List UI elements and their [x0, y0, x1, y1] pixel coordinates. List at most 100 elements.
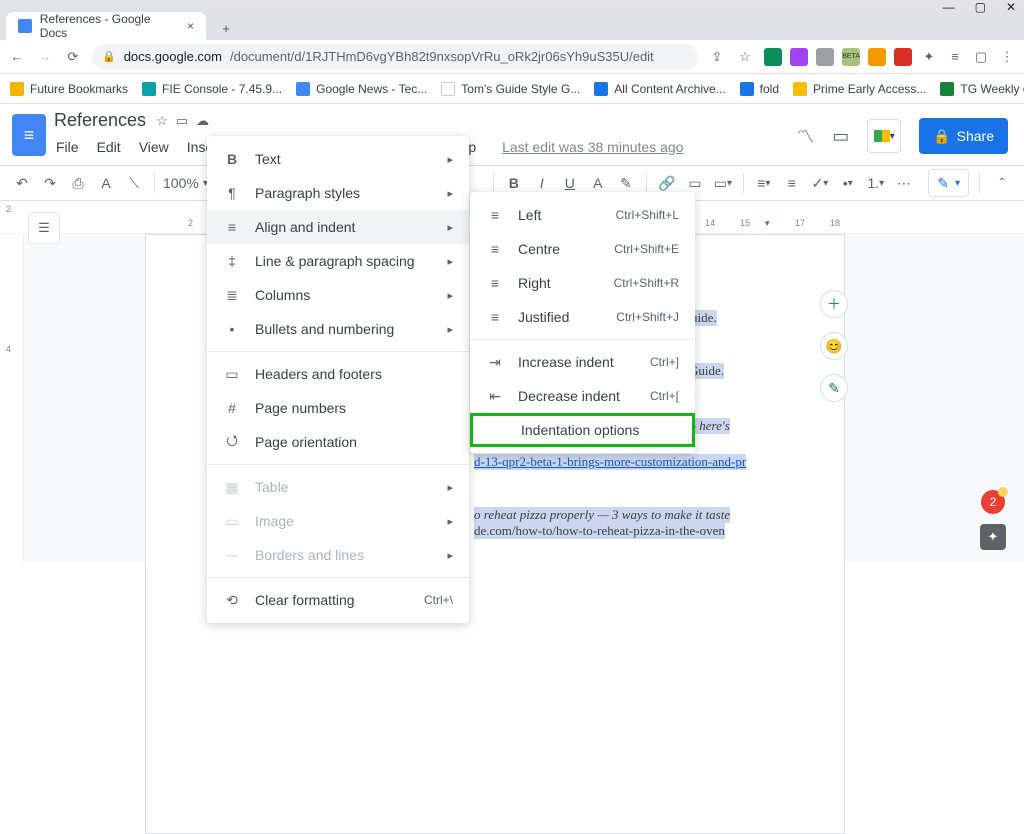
menu-columns[interactable]: ≣Columns▸ [207, 278, 469, 312]
extension-icon[interactable] [764, 48, 782, 66]
line-spacing-button[interactable]: ≡ [780, 171, 804, 195]
decrease-indent-icon: ⇤ [486, 388, 504, 405]
activity-icon[interactable]: 〽 [796, 123, 814, 149]
window-close[interactable]: ✕ [1006, 0, 1016, 14]
menu-page-orientation[interactable]: ⭯Page orientation [207, 425, 469, 459]
window-maximize[interactable]: ▢ [975, 0, 986, 14]
docs-header: ≡ References ☆ ▭ ☁ File Edit View Insert… [0, 104, 1024, 157]
submenu-arrow-icon: ▸ [447, 323, 453, 336]
vertical-ruler[interactable]: 2 4 [0, 234, 24, 562]
spellcheck-button[interactable]: A [94, 171, 118, 195]
tabs-icon[interactable]: ▢ [972, 49, 990, 65]
last-edit-link[interactable]: Last edit was 38 minutes ago [502, 139, 683, 155]
bookmark-item[interactable]: Google News - Tec... [296, 82, 427, 96]
zoom-value: 100% [163, 175, 199, 191]
numbered-list-button[interactable]: 1.▾ [864, 171, 888, 195]
omnibox[interactable]: 🔒 docs.google.com/document/d/1RJTHmD6vgY… [92, 44, 698, 70]
extension-beta-icon[interactable]: BETA [842, 48, 860, 66]
print-button[interactable]: ⎙ [66, 171, 90, 195]
bookmark-item[interactable]: FIE Console - 7.45.9... [142, 82, 282, 96]
editing-mode-button[interactable]: ✎▾ [928, 169, 969, 197]
menu-separator [207, 351, 469, 352]
menu-text[interactable]: BText▸ [207, 142, 469, 176]
docs-logo-icon[interactable]: ≡ [12, 114, 46, 156]
doc-title[interactable]: References [54, 110, 146, 131]
menu-align-and-indent[interactable]: ≡Align and indent▸ [207, 210, 469, 244]
doc-link[interactable]: d-13-qpr2-beta-1-brings-more-customizati… [474, 454, 746, 470]
increase-indent[interactable]: ⇥Increase indentCtrl+] [470, 345, 695, 379]
star-icon[interactable]: ☆ [156, 113, 168, 129]
extension-icon[interactable] [790, 48, 808, 66]
menu-file[interactable]: File [54, 137, 81, 157]
bookmark-item[interactable]: fold [740, 82, 779, 96]
extensions-puzzle-icon[interactable]: ✦ [920, 49, 938, 65]
cloud-status-icon[interactable]: ☁ [196, 113, 209, 129]
submenu-arrow-icon: ▸ [447, 289, 453, 302]
reload-button[interactable]: ⟳ [64, 49, 82, 65]
menu-headers-footers[interactable]: ▭Headers and footers [207, 357, 469, 391]
align-right[interactable]: ≡RightCtrl+Shift+R [470, 266, 695, 300]
chrome-menu-icon[interactable]: ⋮ [998, 49, 1016, 65]
hide-menus-button[interactable]: ˆ [990, 171, 1014, 195]
add-reaction-chip[interactable]: 😊 [820, 332, 848, 360]
explore-button[interactable]: ✦ [980, 524, 1006, 550]
bookmark-item[interactable]: Tom's Guide Style G... [441, 82, 580, 96]
move-icon[interactable]: ▭ [176, 113, 188, 129]
more-tools-button[interactable]: ⋯ [892, 171, 916, 195]
browser-tab[interactable]: References - Google Docs × [6, 12, 206, 40]
paint-format-button[interactable]: ⟍ [122, 171, 146, 195]
align-button[interactable]: ≡▾ [752, 171, 776, 195]
zoom-select[interactable]: 100%▾ [163, 175, 208, 191]
menu-label: Clear formatting [255, 592, 355, 608]
menu-label: Justified [518, 309, 569, 325]
bookmark-item[interactable]: Future Bookmarks [10, 82, 128, 96]
bookmark-star-icon[interactable]: ☆ [736, 49, 754, 65]
tab-close-icon[interactable]: × [187, 19, 194, 33]
share-page-icon[interactable]: ⇪ [708, 49, 726, 65]
add-comment-chip[interactable]: ＋ [820, 290, 848, 318]
checklist-button[interactable]: ✓▾ [808, 171, 832, 195]
reading-list-icon[interactable]: ≡ [946, 49, 964, 64]
menu-page-numbers[interactable]: #Page numbers [207, 391, 469, 425]
bulleted-list-button[interactable]: •▾ [836, 171, 860, 195]
ruler-indent-marker[interactable]: ▾ [765, 218, 770, 229]
bookmark-item[interactable]: All Content Archive... [594, 82, 725, 96]
align-justified[interactable]: ≡JustifiedCtrl+Shift+J [470, 300, 695, 334]
menu-separator [207, 464, 469, 465]
align-centre[interactable]: ≡CentreCtrl+Shift+E [470, 232, 695, 266]
extension-icon[interactable] [868, 48, 886, 66]
undo-button[interactable]: ↶ [10, 171, 34, 195]
bookmark-item[interactable]: Prime Early Access... [793, 82, 926, 96]
indentation-options[interactable]: Indentation options [470, 413, 695, 447]
insert-image-button[interactable]: ▭▾ [711, 171, 735, 195]
meet-button[interactable]: ▾ [867, 119, 901, 153]
align-left[interactable]: ≡LeftCtrl+Shift+L [470, 198, 695, 232]
shortcut-label: Ctrl+\ [424, 593, 453, 607]
extension-icon[interactable] [816, 48, 834, 66]
separator [743, 173, 744, 193]
forward-button[interactable]: → [36, 49, 54, 64]
menu-line-spacing[interactable]: ‡Line & paragraph spacing▸ [207, 244, 469, 278]
extension-icon[interactable] [894, 48, 912, 66]
submenu-arrow-icon: ▸ [447, 549, 453, 562]
suggest-edits-chip[interactable]: ✎ [820, 374, 848, 402]
increase-indent-icon: ⇥ [486, 354, 504, 371]
vruler-tick: 4 [6, 344, 11, 354]
document-outline-button[interactable]: ☰ [28, 212, 60, 244]
menu-paragraph-styles[interactable]: ¶Paragraph styles▸ [207, 176, 469, 210]
new-tab-button[interactable]: + [214, 16, 238, 40]
window-minimize[interactable]: — [943, 0, 955, 14]
comments-history-icon[interactable]: ▭ [832, 126, 849, 147]
menu-clear-formatting[interactable]: ⟲Clear formattingCtrl+\ [207, 583, 469, 617]
back-button[interactable]: ← [8, 49, 26, 64]
menu-edit[interactable]: Edit [95, 137, 123, 157]
decrease-indent[interactable]: ⇤Decrease indentCtrl+[ [470, 379, 695, 413]
submenu-arrow-icon: ▸ [447, 221, 453, 234]
bookmark-item[interactable]: TG Weekly content... [940, 82, 1024, 96]
redo-button[interactable]: ↷ [38, 171, 62, 195]
menu-bullets-numbering[interactable]: •Bullets and numbering▸ [207, 312, 469, 346]
notifications-badge[interactable]: 2 [981, 490, 1005, 514]
meet-icon [874, 130, 890, 142]
menu-view[interactable]: View [137, 137, 171, 157]
share-button[interactable]: 🔒 Share [919, 118, 1008, 154]
